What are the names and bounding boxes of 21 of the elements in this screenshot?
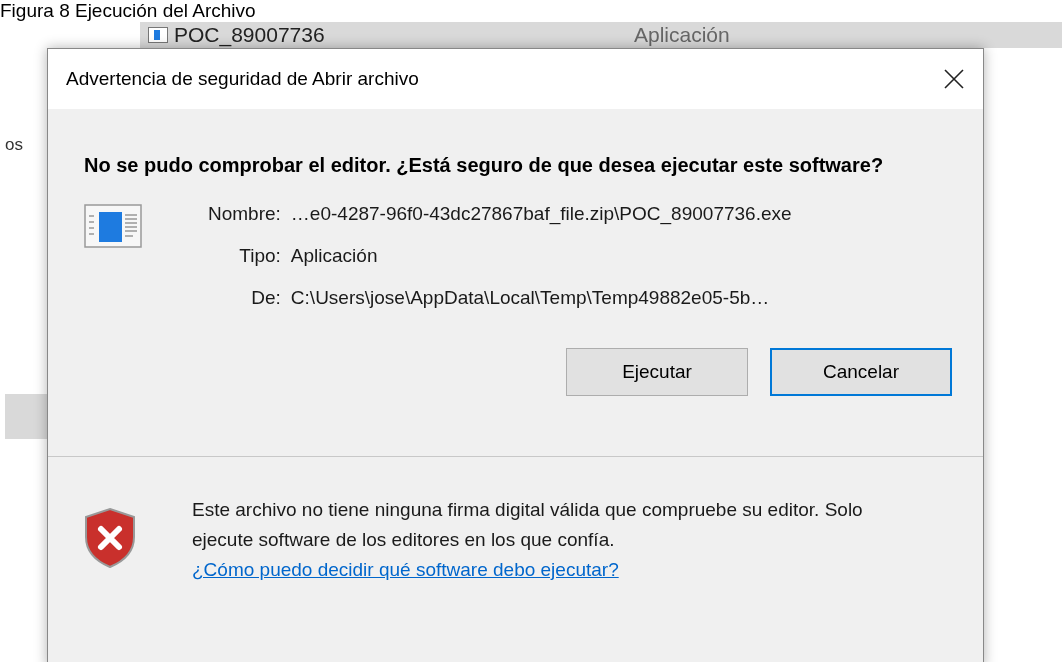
figure-caption: Figura 8 Ejecución del Archivo xyxy=(0,0,256,22)
dialog-heading: No se pudo comprobar el editor. ¿Está seguro de que desea ejecutar este software? xyxy=(84,153,884,178)
file-row[interactable]: POC_89007736 Aplicación xyxy=(140,22,1062,48)
dialog-button[interactable]: Cancelar xyxy=(770,348,952,396)
field-label: De: xyxy=(250,286,281,310)
sidebar-item[interactable]: os xyxy=(0,132,47,158)
shield-error-icon xyxy=(84,507,136,569)
application-icon xyxy=(84,204,142,248)
field-value: Aplicación xyxy=(290,244,379,268)
field-label: Tipo: xyxy=(238,244,281,268)
file-type: Aplicación xyxy=(634,22,730,49)
window-title: Advertencia de seguridad de Abrir archivo xyxy=(66,66,419,91)
help-link[interactable]: ¿Cómo puedo decidir qué software debo ejecutar? xyxy=(192,559,619,580)
dialog-button[interactable]: Ejecutar xyxy=(566,348,748,396)
application-icon xyxy=(148,27,168,43)
field-label: Nombre: xyxy=(208,202,281,226)
warning-text: Este archivo no tiene ninguna firma digital válida que compruebe su editor. Solo ejecute software de los editores en los que confía. ¿Cómo puedo decidir qué software debo ejecutar? xyxy=(192,498,864,582)
file-name: POC_89007736 xyxy=(174,22,326,49)
field-value: C:\Users\jose\AppData\Local\Temp\Temp49882e05-5b… xyxy=(290,286,771,310)
close-icon xyxy=(944,69,964,89)
field-value: …e0-4287-96f0-43dc27867baf_file.zip\POC_89007736.exe xyxy=(290,202,792,226)
